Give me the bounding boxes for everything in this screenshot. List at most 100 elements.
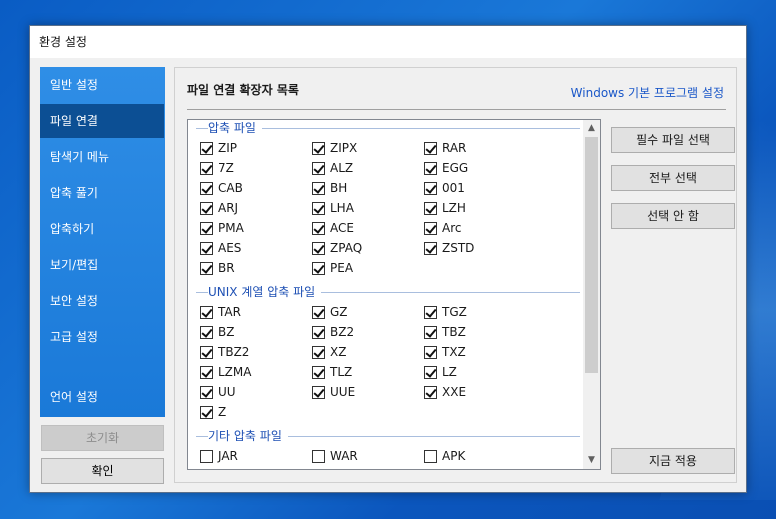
checkbox-unchecked-icon[interactable] [200,449,213,463]
checkbox-checked-icon[interactable] [200,201,213,215]
extension-checkbox[interactable]: ARJ [200,200,238,216]
extension-checkbox[interactable]: AES [200,240,241,256]
checkbox-checked-icon[interactable] [312,241,325,255]
extension-checkbox[interactable]: PEA [312,260,353,276]
checkbox-checked-icon[interactable] [312,261,325,275]
extension-checkbox[interactable]: GZ [312,304,348,320]
extension-checkbox[interactable]: BR [200,260,235,276]
checkbox-checked-icon[interactable] [200,405,213,419]
checkbox-checked-icon[interactable] [200,241,213,255]
extension-checkbox[interactable]: ZSTD [424,240,474,256]
extension-checkbox[interactable]: XXE [424,384,466,400]
checkbox-checked-icon[interactable] [200,141,213,155]
extension-checkbox[interactable]: PMA [200,220,244,236]
sidebar-item-extract[interactable]: 압축 풀기 [40,176,165,210]
extension-checkbox[interactable]: RAR [424,140,466,156]
checkbox-checked-icon[interactable] [424,325,437,339]
checkbox-checked-icon[interactable] [312,345,325,359]
extension-checkbox[interactable]: 7Z [200,160,234,176]
extension-checkbox[interactable]: LZMA [200,364,251,380]
extension-checkbox[interactable]: EGG [424,160,468,176]
extension-checkbox[interactable]: ZIP [200,140,237,156]
scroll-up-arrow-icon[interactable]: ▲ [583,120,600,137]
extension-list[interactable]: 압축 파일 ZIP ZIPX RAR 7Z ALZ EGG CAB BH 001 ARJ LHA LZH… [187,119,601,470]
checkbox-checked-icon[interactable] [200,385,213,399]
reset-button[interactable]: 초기화 [41,425,164,451]
extension-checkbox[interactable]: TLZ [312,364,352,380]
sidebar-item-view-edit[interactable]: 보기/편집 [40,248,165,282]
checkbox-checked-icon[interactable] [312,201,325,215]
extension-checkbox[interactable]: UUE [312,384,355,400]
checkbox-checked-icon[interactable] [312,181,325,195]
checkbox-checked-icon[interactable] [312,161,325,175]
checkbox-checked-icon[interactable] [424,385,437,399]
extension-checkbox[interactable]: JAR [200,448,238,464]
scroll-down-arrow-icon[interactable]: ▼ [583,452,600,469]
checkbox-checked-icon[interactable] [200,181,213,195]
windows-default-programs-link[interactable]: Windows 기본 프로그램 설정 [571,84,724,101]
checkbox-checked-icon[interactable] [312,365,325,379]
checkbox-checked-icon[interactable] [424,201,437,215]
extension-checkbox[interactable]: 001 [424,180,465,196]
ok-button[interactable]: 확인 [41,458,164,484]
extension-checkbox[interactable]: TAR [200,304,241,320]
sidebar-item-advanced[interactable]: 고급 설정 [40,320,165,354]
checkbox-checked-icon[interactable] [312,141,325,155]
vertical-scrollbar[interactable]: ▲ ▼ [583,120,600,469]
checkbox-checked-icon[interactable] [424,345,437,359]
extension-checkbox[interactable]: ACE [312,220,354,236]
extension-checkbox[interactable]: UU [200,384,236,400]
checkbox-checked-icon[interactable] [200,325,213,339]
select-none-button[interactable]: 선택 안 함 [611,203,735,229]
select-all-button[interactable]: 전부 선택 [611,165,735,191]
extension-checkbox[interactable]: TGZ [424,304,467,320]
apply-now-button[interactable]: 지금 적용 [611,448,735,474]
checkbox-checked-icon[interactable] [424,365,437,379]
extension-checkbox[interactable]: WAR [312,448,358,464]
extension-checkbox[interactable]: Z [200,404,226,420]
extension-checkbox[interactable]: BH [312,180,347,196]
checkbox-unchecked-icon[interactable] [424,449,437,463]
extension-checkbox[interactable]: BZ [200,324,234,340]
extension-checkbox[interactable]: ZIPX [312,140,357,156]
extension-checkbox[interactable]: LZH [424,200,466,216]
checkbox-unchecked-icon[interactable] [312,449,325,463]
checkbox-checked-icon[interactable] [424,161,437,175]
checkbox-checked-icon[interactable] [424,181,437,195]
checkbox-checked-icon[interactable] [424,241,437,255]
extension-checkbox[interactable]: APK [424,448,465,464]
extension-checkbox[interactable]: BZ2 [312,324,354,340]
scrollbar-thumb[interactable] [585,137,598,373]
checkbox-checked-icon[interactable] [424,305,437,319]
sidebar-item-compress[interactable]: 압축하기 [40,212,165,246]
sidebar-item-explorer-menu[interactable]: 탐색기 메뉴 [40,140,165,174]
checkbox-checked-icon[interactable] [200,161,213,175]
extension-checkbox[interactable]: ALZ [312,160,353,176]
extension-checkbox[interactable]: TBZ2 [200,344,249,360]
checkbox-checked-icon[interactable] [312,385,325,399]
sidebar-item-general[interactable]: 일반 설정 [40,68,165,102]
checkbox-checked-icon[interactable] [200,221,213,235]
checkbox-checked-icon[interactable] [312,325,325,339]
checkbox-checked-icon[interactable] [424,141,437,155]
checkbox-checked-icon[interactable] [200,345,213,359]
extension-checkbox[interactable]: TBZ [424,324,466,340]
extension-checkbox[interactable]: LHA [312,200,354,216]
sidebar-item-language[interactable]: 언어 설정 [40,380,165,414]
extension-checkbox[interactable]: CAB [200,180,243,196]
checkbox-checked-icon[interactable] [200,305,213,319]
extension-checkbox[interactable]: XZ [312,344,346,360]
sidebar-item-security[interactable]: 보안 설정 [40,284,165,318]
checkbox-checked-icon[interactable] [200,261,213,275]
checkbox-checked-icon[interactable] [312,305,325,319]
extension-checkbox[interactable]: TXZ [424,344,466,360]
extension-label: APK [442,449,466,463]
checkbox-checked-icon[interactable] [312,221,325,235]
extension-checkbox[interactable]: ZPAQ [312,240,362,256]
sidebar-item-file-association[interactable]: 파일 연결 [40,104,164,138]
checkbox-checked-icon[interactable] [200,365,213,379]
extension-checkbox[interactable]: Arc [424,220,461,236]
select-required-button[interactable]: 필수 파일 선택 [611,127,735,153]
checkbox-checked-icon[interactable] [424,221,437,235]
extension-checkbox[interactable]: LZ [424,364,457,380]
